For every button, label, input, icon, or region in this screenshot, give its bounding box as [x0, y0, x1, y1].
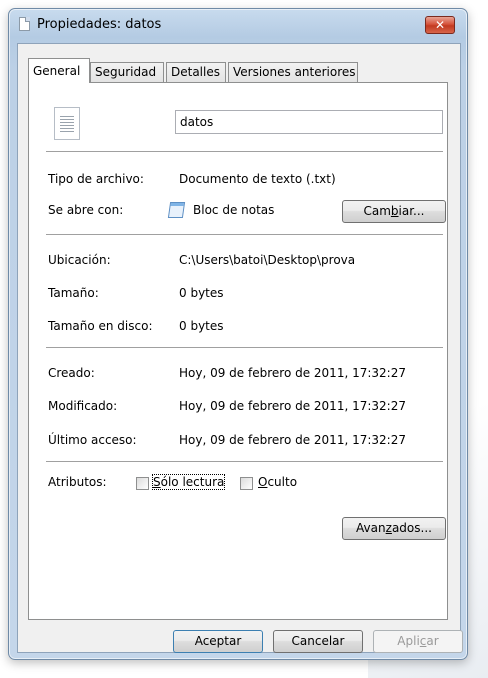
modified-value: Hoy, 09 de febrero de 2011, 17:32:27 [179, 399, 406, 413]
separator [46, 347, 443, 348]
readonly-label[interactable]: Sólo lectura [151, 474, 226, 490]
tab-versiones-anteriores[interactable]: Versiones anteriores [228, 62, 358, 82]
attributes-label: Atributos: [48, 475, 107, 489]
tab-seguridad[interactable]: Seguridad [90, 62, 164, 82]
created-label: Creado: [48, 366, 95, 380]
close-icon[interactable]: ✕ [425, 16, 455, 34]
file-type-label: Tipo de archivo: [48, 172, 144, 186]
cancel-button[interactable]: Cancelar [273, 630, 363, 653]
notepad-icon [167, 202, 186, 218]
file-name-input[interactable]: datos [175, 110, 443, 134]
accessed-value: Hoy, 09 de febrero de 2011, 17:32:27 [179, 433, 406, 447]
created-value: Hoy, 09 de febrero de 2011, 17:32:27 [179, 366, 406, 380]
hidden-checkbox[interactable] [240, 477, 253, 490]
readonly-checkbox[interactable] [136, 477, 149, 490]
window-title: Propiedades: datos [37, 17, 162, 32]
document-icon [19, 17, 30, 31]
general-tab-panel: datos Tipo de archivo: Documento de text… [28, 82, 448, 620]
accessed-label: Último acceso: [48, 433, 137, 447]
text-file-icon [54, 107, 80, 140]
properties-dialog: Propiedades: datos ✕ General Seguridad D… [8, 8, 468, 660]
tab-detalles[interactable]: Detalles [166, 62, 226, 82]
modified-label: Modificado: [48, 399, 118, 413]
accept-button[interactable]: Aceptar [173, 630, 263, 653]
file-type-value: Documento de texto (.txt) [179, 172, 336, 186]
location-value: C:\Users\batoi\Desktop\prova [179, 253, 356, 267]
advanced-button[interactable]: Avanzados... [342, 517, 446, 540]
opens-with-value: Bloc de notas [193, 203, 275, 217]
size-value: 0 bytes [179, 286, 224, 300]
opens-with-label: Se abre con: [48, 203, 124, 217]
separator [46, 461, 443, 462]
apply-button[interactable]: Aplicar [373, 630, 463, 653]
change-button[interactable]: Cambiar... [342, 200, 446, 223]
dialog-client: General Seguridad Detalles Versiones ant… [17, 43, 463, 653]
size-on-disk-value: 0 bytes [179, 319, 224, 333]
title-bar[interactable]: Propiedades: datos ✕ [9, 9, 467, 39]
size-on-disk-label: Tamaño en disco: [48, 319, 153, 333]
separator [46, 234, 443, 235]
size-label: Tamaño: [48, 286, 99, 300]
hidden-label[interactable]: Oculto [258, 475, 297, 489]
location-label: Ubicación: [48, 253, 111, 267]
separator [46, 151, 443, 152]
tab-general[interactable]: General [28, 58, 90, 83]
